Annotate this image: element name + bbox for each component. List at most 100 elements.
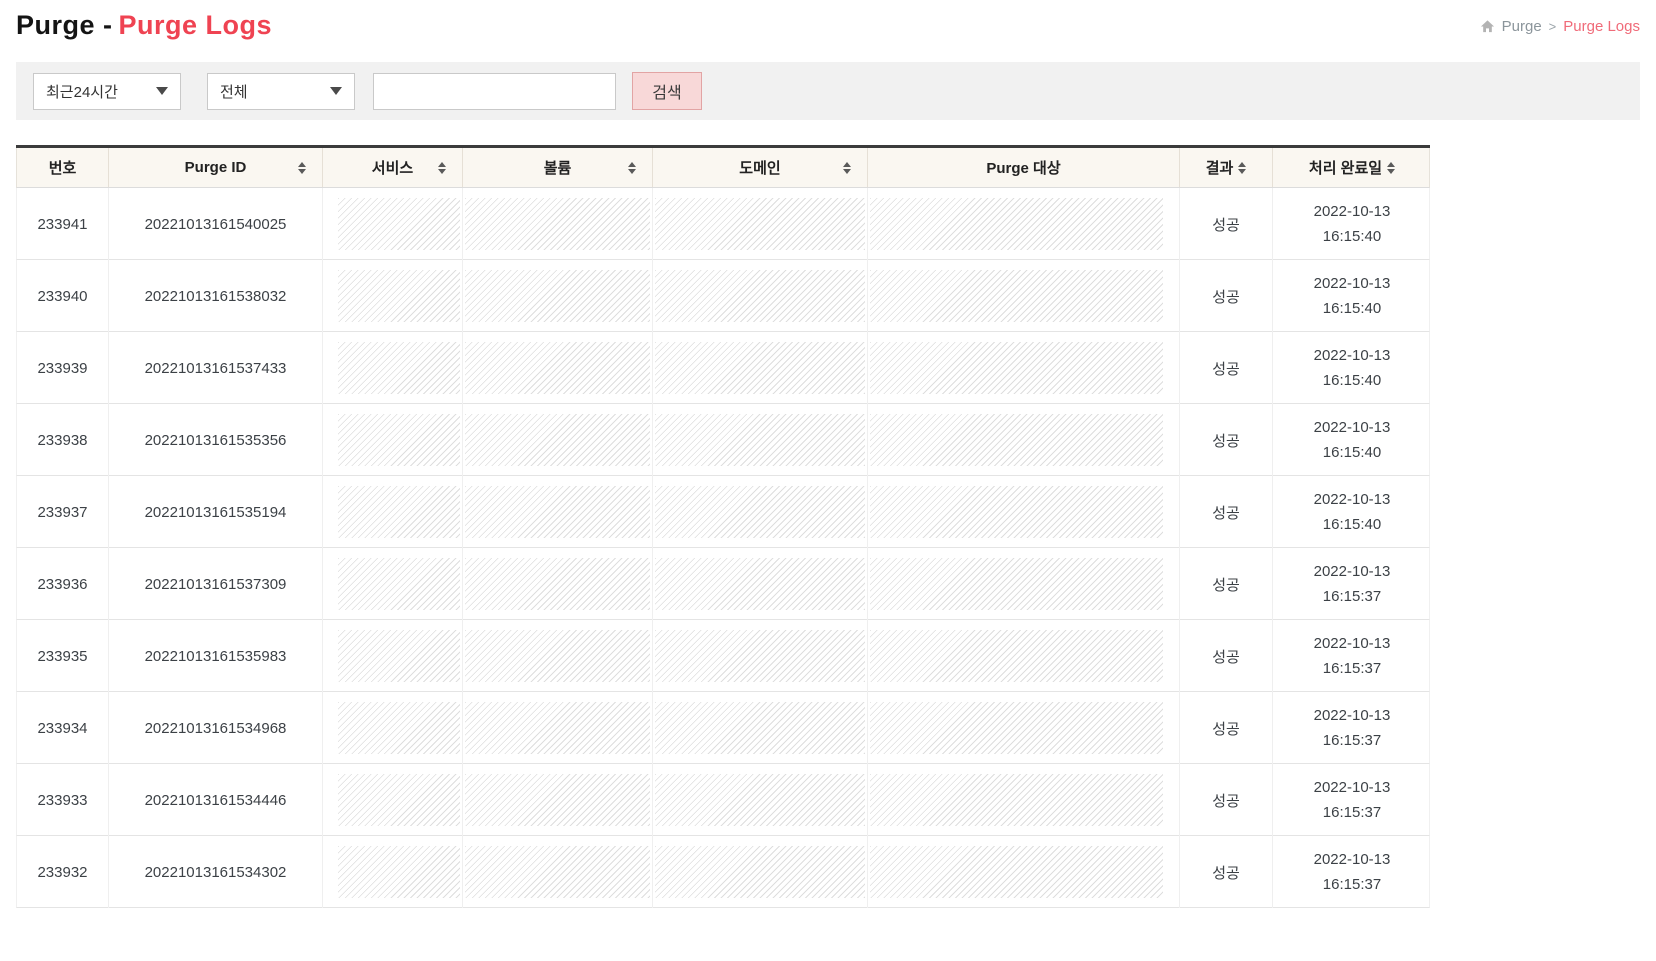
- home-icon: [1480, 19, 1495, 34]
- redaction-hatch: [870, 558, 1163, 610]
- cell-completed-at: 2022-10-13 16:15:40: [1273, 404, 1431, 476]
- column-header-volume[interactable]: 볼륨: [463, 148, 653, 187]
- column-header-domain[interactable]: 도메인: [653, 148, 868, 187]
- cell-purge-id: 20221013161535983: [109, 620, 323, 692]
- cell-volume-redacted: [463, 260, 653, 332]
- cell-domain-redacted: [653, 548, 868, 620]
- cell-volume-redacted: [463, 836, 653, 908]
- column-header-label: 처리 완료일: [1309, 157, 1382, 178]
- cell-result: 성공: [1180, 548, 1273, 620]
- redaction-hatch: [655, 342, 865, 394]
- redaction-hatch: [655, 702, 865, 754]
- cell-service-redacted: [323, 260, 463, 332]
- redaction-hatch: [655, 270, 865, 322]
- completed-time: 16:15:37: [1323, 656, 1381, 681]
- table-row: 233938 20221013161535356 성공 2022-10-13 1…: [16, 404, 1430, 476]
- column-header-purge-target: Purge 대상: [868, 148, 1180, 187]
- redaction-hatch: [465, 486, 650, 538]
- completed-date: 2022-10-13: [1314, 631, 1391, 656]
- cell-domain-redacted: [653, 404, 868, 476]
- redaction-hatch: [870, 270, 1163, 322]
- table-row: 233937 20221013161535194 성공 2022-10-13 1…: [16, 476, 1430, 548]
- period-select-value: 최근24시간: [46, 81, 118, 102]
- cell-domain-redacted: [653, 692, 868, 764]
- purge-logs-table: 번호 Purge ID 서비스 볼륨 도메인 Purge 대상: [16, 145, 1430, 908]
- cell-service-redacted: [323, 692, 463, 764]
- sort-icon[interactable]: [1238, 162, 1246, 174]
- redaction-hatch: [655, 774, 865, 826]
- column-header-label: Purge 대상: [986, 157, 1060, 178]
- table-header-row: 번호 Purge ID 서비스 볼륨 도메인 Purge 대상: [16, 148, 1430, 188]
- redaction-hatch: [338, 702, 460, 754]
- completed-time: 16:15:37: [1323, 728, 1381, 753]
- column-header-label: 결과: [1206, 157, 1234, 178]
- column-header-completed-at[interactable]: 처리 완료일: [1273, 148, 1431, 187]
- cell-purge-target-redacted: [868, 188, 1180, 260]
- sort-icon[interactable]: [1387, 162, 1395, 174]
- period-select[interactable]: 최근24시간: [33, 73, 181, 110]
- sort-icon[interactable]: [298, 162, 306, 174]
- cell-completed-at: 2022-10-13 16:15:37: [1273, 692, 1431, 764]
- redaction-hatch: [655, 558, 865, 610]
- completed-date: 2022-10-13: [1314, 775, 1391, 800]
- completed-time: 16:15:40: [1323, 224, 1381, 249]
- completed-date: 2022-10-13: [1314, 343, 1391, 368]
- cell-volume-redacted: [463, 620, 653, 692]
- cell-domain-redacted: [653, 764, 868, 836]
- cell-domain-redacted: [653, 620, 868, 692]
- redaction-hatch: [870, 702, 1163, 754]
- cell-purge-id: 20221013161534446: [109, 764, 323, 836]
- scope-select[interactable]: 전체: [207, 73, 355, 110]
- table-row: 233939 20221013161537433 성공 2022-10-13 1…: [16, 332, 1430, 404]
- cell-result: 성공: [1180, 260, 1273, 332]
- redaction-hatch: [338, 774, 460, 826]
- cell-purge-target-redacted: [868, 332, 1180, 404]
- redaction-hatch: [870, 342, 1163, 394]
- cell-purge-target-redacted: [868, 692, 1180, 764]
- cell-purge-target-redacted: [868, 404, 1180, 476]
- page-title-accent: Purge Logs: [119, 10, 273, 40]
- chevron-down-icon: [156, 87, 168, 95]
- redaction-hatch: [870, 846, 1163, 898]
- column-header-result[interactable]: 결과: [1180, 148, 1273, 187]
- search-button[interactable]: 검색: [632, 72, 702, 110]
- table-body: 233941 20221013161540025 성공 2022-10-13 1…: [16, 188, 1430, 908]
- cell-completed-at: 2022-10-13 16:15:37: [1273, 620, 1431, 692]
- breadcrumb-separator: >: [1549, 19, 1557, 34]
- breadcrumb-item-purge[interactable]: Purge: [1502, 18, 1542, 35]
- search-input[interactable]: [373, 73, 616, 110]
- cell-service-redacted: [323, 332, 463, 404]
- sort-icon[interactable]: [628, 162, 636, 174]
- column-header-purge-id[interactable]: Purge ID: [109, 148, 323, 187]
- cell-domain-redacted: [653, 260, 868, 332]
- table-row: 233933 20221013161534446 성공 2022-10-13 1…: [16, 764, 1430, 836]
- cell-volume-redacted: [463, 332, 653, 404]
- cell-completed-at: 2022-10-13 16:15:37: [1273, 836, 1431, 908]
- cell-completed-at: 2022-10-13 16:15:40: [1273, 188, 1431, 260]
- sort-icon[interactable]: [438, 162, 446, 174]
- cell-no: 233933: [17, 764, 109, 836]
- cell-result: 성공: [1180, 188, 1273, 260]
- redaction-hatch: [870, 198, 1163, 250]
- cell-result: 성공: [1180, 764, 1273, 836]
- table-row: 233934 20221013161534968 성공 2022-10-13 1…: [16, 692, 1430, 764]
- redaction-hatch: [338, 486, 460, 538]
- cell-completed-at: 2022-10-13 16:15:37: [1273, 764, 1431, 836]
- sort-icon[interactable]: [843, 162, 851, 174]
- cell-purge-target-redacted: [868, 548, 1180, 620]
- cell-no: 233935: [17, 620, 109, 692]
- cell-result: 성공: [1180, 836, 1273, 908]
- redaction-hatch: [465, 558, 650, 610]
- column-header-service[interactable]: 서비스: [323, 148, 463, 187]
- redaction-hatch: [870, 630, 1163, 682]
- table-row: 233941 20221013161540025 성공 2022-10-13 1…: [16, 188, 1430, 260]
- completed-date: 2022-10-13: [1314, 415, 1391, 440]
- redaction-hatch: [338, 414, 460, 466]
- redaction-hatch: [465, 414, 650, 466]
- column-header-no: 번호: [17, 148, 109, 187]
- cell-domain-redacted: [653, 332, 868, 404]
- cell-domain-redacted: [653, 188, 868, 260]
- breadcrumb-item-purge-logs[interactable]: Purge Logs: [1563, 18, 1640, 35]
- scope-select-value: 전체: [220, 81, 248, 102]
- cell-service-redacted: [323, 764, 463, 836]
